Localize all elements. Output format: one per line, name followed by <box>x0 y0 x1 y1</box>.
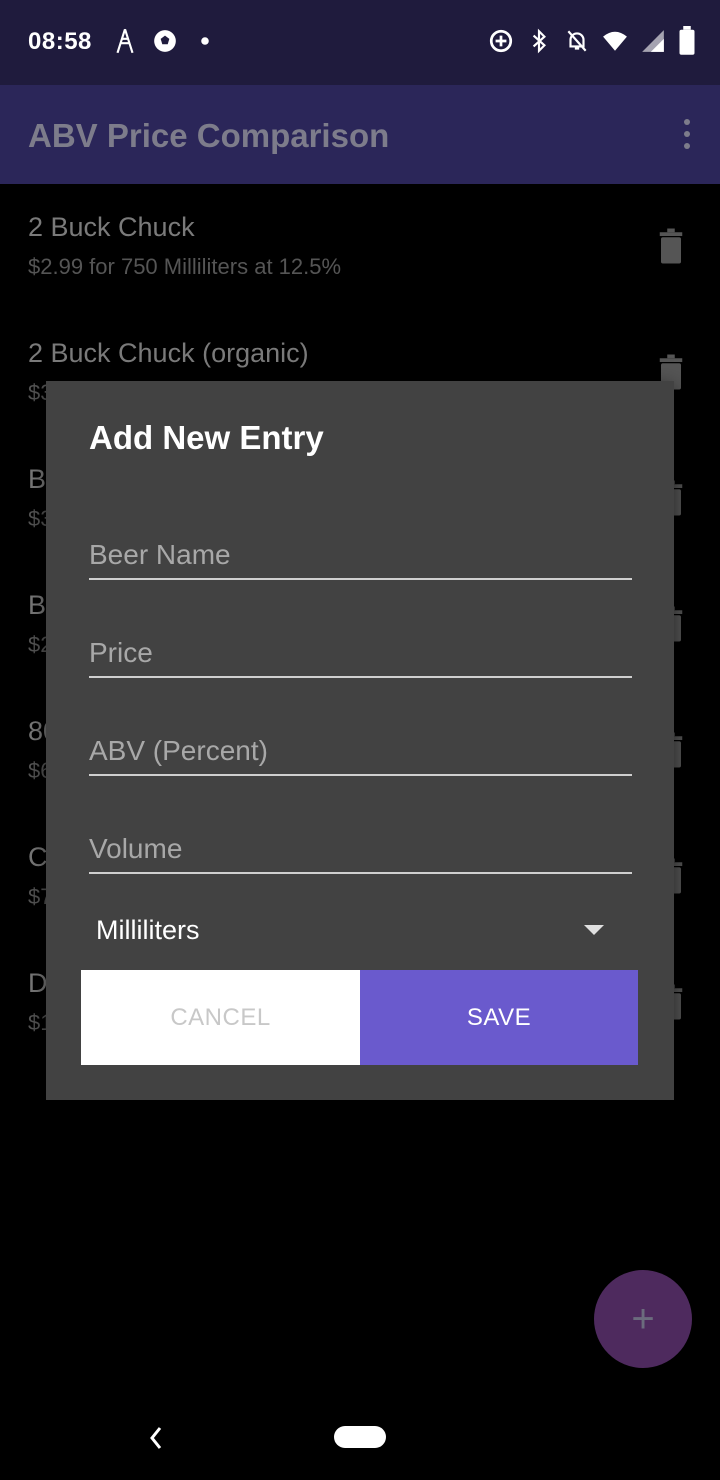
soccer-ball-icon <box>152 26 178 56</box>
beer-name-field <box>89 524 632 580</box>
item-title: 2 Buck Chuck (organic) <box>28 338 309 368</box>
plus-icon: + <box>631 1296 655 1341</box>
abv-field <box>89 720 632 776</box>
bluetooth-icon <box>526 26 552 56</box>
abv-input[interactable] <box>89 720 632 774</box>
item-title: 2 Buck Chuck <box>28 212 195 242</box>
more-vert-icon[interactable] <box>680 119 694 151</box>
add-entry-dialog: Add New Entry Milliliters CANCEL SAVE <box>46 381 674 1100</box>
list-item[interactable]: 2 Buck Chuck $2.99 for 750 Milliliters a… <box>0 184 720 310</box>
cancel-button[interactable]: CANCEL <box>81 970 360 1065</box>
dialog-title: Add New Entry <box>89 419 324 456</box>
notifications-off-icon <box>564 26 590 56</box>
notification-dot-icon <box>192 26 218 56</box>
cell-signal-icon <box>640 26 666 56</box>
item-title: C <box>28 842 48 872</box>
data-saver-icon <box>488 26 514 56</box>
price-field <box>89 622 632 678</box>
unit-spinner[interactable]: Milliliters <box>96 905 634 955</box>
status-time: 08:58 <box>28 28 92 55</box>
status-bar: 08:58 <box>0 0 720 85</box>
add-entry-fab[interactable]: + <box>594 1270 692 1368</box>
volume-input[interactable] <box>89 818 632 872</box>
save-button[interactable]: SAVE <box>360 970 638 1065</box>
item-title: B <box>28 590 47 620</box>
item-title: B <box>28 464 47 494</box>
battery-icon <box>678 26 696 56</box>
dropdown-arrow-icon <box>584 925 604 935</box>
item-subtitle: $2.99 for 750 Milliliters at 12.5% <box>28 254 342 279</box>
item-title: D <box>28 968 48 998</box>
home-icon[interactable] <box>334 1426 386 1448</box>
app-bar: ABV Price Comparison <box>0 85 720 184</box>
beer-name-input[interactable] <box>89 524 632 578</box>
price-input[interactable] <box>89 622 632 676</box>
volume-field <box>89 818 632 874</box>
back-icon[interactable] <box>146 1424 166 1452</box>
app-title: ABV Price Comparison <box>28 117 390 154</box>
wifi-icon <box>602 26 628 56</box>
unit-selected: Milliliters <box>96 915 200 945</box>
trash-icon[interactable] <box>656 228 686 264</box>
antenna-icon <box>112 26 138 56</box>
